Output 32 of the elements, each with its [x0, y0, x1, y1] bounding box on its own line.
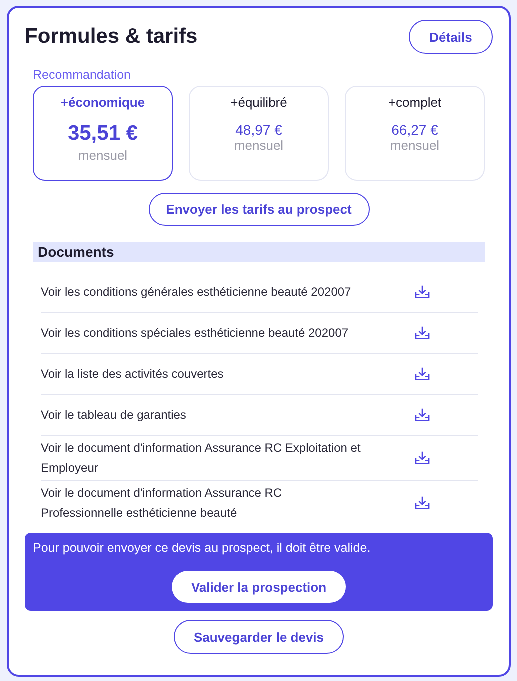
plan-name: +équilibré [230, 95, 288, 110]
download-icon[interactable] [415, 285, 430, 299]
download-icon[interactable] [415, 451, 430, 465]
validate-button[interactable]: Valider la prospection [172, 571, 346, 603]
document-link[interactable]: Voir le document d'information Assurance RC Exploitation et Employeur [41, 438, 361, 478]
notice-text: Pour pouvoir envoyer ce devis au prospect, il doit être valide. [33, 541, 372, 555]
document-link[interactable]: Voir le document d'information Assurance RC Professionnelle esthéticienne beauté [41, 483, 361, 523]
plan-price: 66,27 € [392, 122, 438, 138]
document-link[interactable]: Voir les conditions générales esthéticienne beauté 202007 [41, 282, 361, 302]
plan-name: +économique [60, 95, 146, 110]
details-button[interactable]: Détails [409, 20, 493, 54]
send-rates-button[interactable]: Envoyer les tarifs au prospect [148, 193, 370, 226]
download-icon[interactable] [415, 496, 430, 510]
download-icon[interactable] [415, 326, 430, 340]
plan-price: 48,97 € [236, 122, 282, 138]
plan-card[interactable]: +équilibré 48,97 € mensuel [189, 86, 329, 181]
plan-period: mensuel [234, 138, 284, 153]
document-link[interactable]: Voir la liste des activités couvertes [41, 364, 361, 384]
plan-price: 35,51 € [68, 122, 138, 146]
plan-period: mensuel [390, 138, 440, 153]
documents-heading: Documents [33, 242, 485, 262]
document-link[interactable]: Voir les conditions spéciales esthéticienne beauté 202007 [41, 323, 361, 343]
recommendation-label: Recommandation [33, 68, 132, 82]
section-title: Formules & tarifs [25, 25, 198, 49]
plan-card[interactable]: +complet 66,27 € mensuel [345, 86, 485, 181]
download-icon[interactable] [415, 367, 430, 381]
plan-card[interactable]: +économique 35,51 € mensuel [33, 86, 173, 181]
document-link[interactable]: Voir le tableau de garanties [41, 405, 361, 425]
save-quote-button[interactable]: Sauvegarder le devis [174, 620, 344, 654]
plan-name: +complet [388, 95, 442, 110]
plan-period: mensuel [78, 148, 128, 163]
download-icon[interactable] [415, 408, 430, 422]
